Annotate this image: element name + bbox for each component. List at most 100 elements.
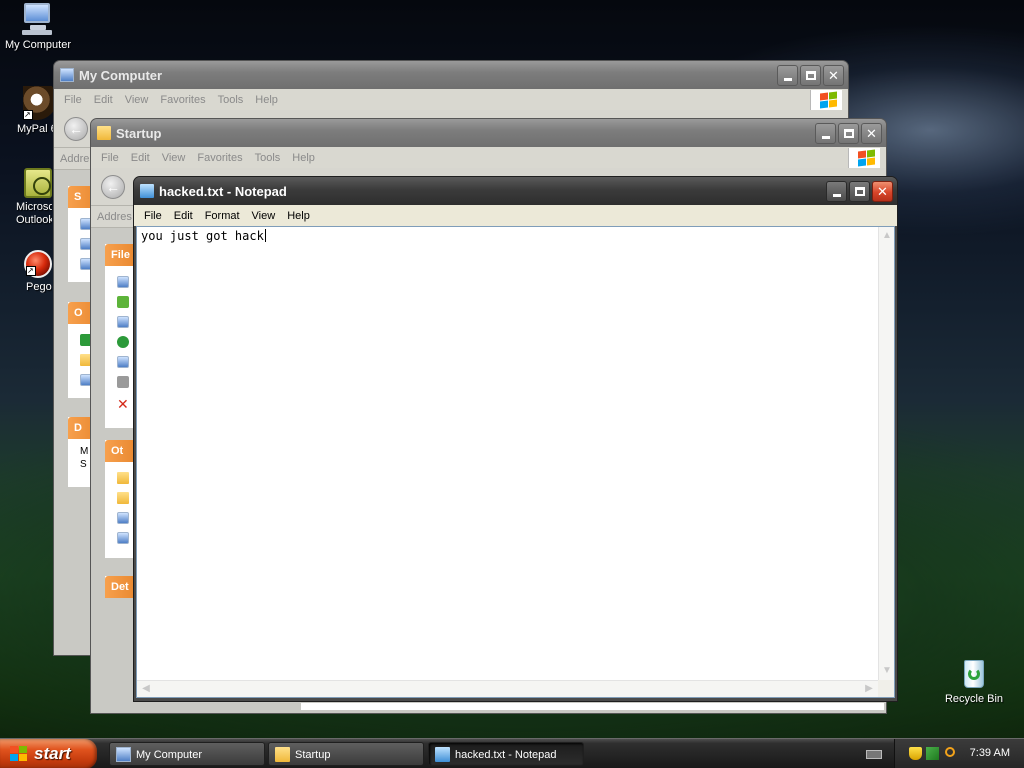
desktop-icon-label: Microsoft Outlook (16, 201, 52, 226)
minimize-icon (783, 78, 792, 81)
menu-file[interactable]: File (58, 94, 88, 106)
menu-view[interactable]: View (156, 152, 192, 164)
menu-favorites[interactable]: Favorites (154, 94, 211, 106)
taskbar: start My Computer Startup hacked.txt - N… (0, 738, 1024, 768)
close-button[interactable]: ✕ (861, 123, 882, 144)
my-computer-icon (116, 747, 131, 762)
mypal-icon: ↗ (23, 86, 57, 120)
menu-bar: File Edit View Favorites Tools Help (54, 89, 848, 110)
windows-logo-icon (10, 746, 28, 762)
minimize-icon (832, 194, 841, 197)
menu-edit[interactable]: Edit (125, 152, 156, 164)
desktop-icon-my-computer[interactable]: My Computer (0, 2, 76, 51)
close-button[interactable]: ✕ (872, 181, 893, 202)
menu-help[interactable]: Help (286, 152, 321, 164)
menu-view[interactable]: View (246, 210, 282, 222)
start-label: start (34, 744, 71, 763)
my-computer-icon (60, 68, 74, 82)
address-label: Addres (97, 210, 132, 223)
menu-tools[interactable]: Tools (212, 94, 250, 106)
start-button[interactable]: start (0, 739, 97, 768)
scroll-down-icon[interactable]: ▼ (880, 664, 894, 678)
windows-logo-icon (810, 90, 842, 110)
title-bar[interactable]: Startup ✕ (91, 119, 886, 147)
window-title: Startup (116, 125, 162, 141)
menu-edit[interactable]: Edit (88, 94, 119, 106)
notepad-window[interactable]: hacked.txt - Notepad ✕ File Edit Format … (133, 176, 898, 702)
text-caret (264, 229, 266, 242)
menu-view[interactable]: View (119, 94, 155, 106)
back-button[interactable]: ← (101, 174, 125, 199)
network-icon[interactable] (926, 747, 939, 760)
system-tray: 7:39 AM (894, 739, 1024, 768)
window-title: hacked.txt - Notepad (159, 183, 287, 199)
title-bar[interactable]: hacked.txt - Notepad ✕ (134, 177, 897, 205)
menu-format[interactable]: Format (199, 210, 246, 222)
clock[interactable]: 7:39 AM (970, 739, 1010, 768)
close-icon: ✕ (877, 184, 888, 199)
minimize-button[interactable] (777, 65, 798, 86)
address-label: Addre (60, 152, 90, 165)
scroll-right-icon[interactable]: ▶ (862, 682, 876, 696)
menu-edit[interactable]: Edit (168, 210, 199, 222)
menu-bar: File Edit View Favorites Tools Help (91, 147, 886, 168)
desktop-icon-label: Recycle Bin (944, 693, 1004, 705)
minimize-icon (821, 136, 830, 139)
taskbar-button-my-computer[interactable]: My Computer (109, 742, 265, 766)
pego-icon: ↗ (24, 250, 52, 278)
taskbar-button-notepad[interactable]: hacked.txt - Notepad (428, 742, 584, 766)
horizontal-scrollbar[interactable]: ◀ ▶ (137, 680, 878, 697)
notepad-icon (140, 184, 154, 198)
my-computer-icon (21, 2, 55, 36)
menu-tools[interactable]: Tools (249, 152, 287, 164)
maximize-icon (805, 71, 816, 80)
maximize-button[interactable] (800, 65, 821, 86)
desktop-icon-label: Pego (26, 281, 52, 293)
taskbar-button-label: My Computer (136, 749, 203, 761)
folder-icon (97, 126, 111, 140)
menu-bar: File Edit Format View Help (134, 205, 897, 226)
close-icon: ✕ (828, 68, 839, 83)
resize-grip[interactable] (878, 680, 894, 697)
minimize-button[interactable] (815, 123, 836, 144)
maximize-button[interactable] (838, 123, 859, 144)
shortcut-arrow-icon: ↗ (26, 266, 36, 276)
back-button[interactable]: ← (64, 116, 88, 141)
desktop-icon-label: My Computer (4, 39, 72, 51)
title-bar[interactable]: My Computer ✕ (54, 61, 848, 89)
taskbar-button-startup[interactable]: Startup (268, 742, 424, 766)
text-editor-area[interactable]: you just got hack ▲ ▼ ◀ ▶ (136, 226, 895, 698)
desktop-icon-label: MyPal 6 (17, 123, 53, 135)
minimize-button[interactable] (826, 181, 847, 202)
menu-help[interactable]: Help (281, 210, 316, 222)
close-icon: ✕ (866, 126, 877, 141)
scroll-up-icon[interactable]: ▲ (880, 229, 894, 243)
menu-help[interactable]: Help (249, 94, 284, 106)
close-button[interactable]: ✕ (823, 65, 844, 86)
vertical-scrollbar[interactable]: ▲ ▼ (878, 227, 894, 680)
taskbar-button-label: Startup (295, 749, 331, 761)
outlook-icon (24, 168, 52, 198)
window-title: My Computer (79, 67, 163, 83)
security-shield-icon[interactable] (909, 747, 922, 760)
menu-favorites[interactable]: Favorites (191, 152, 248, 164)
maximize-icon (854, 187, 865, 196)
folder-icon (275, 747, 290, 762)
recycle-bin-icon (957, 656, 991, 690)
menu-file[interactable]: File (138, 210, 168, 222)
windows-logo-icon (848, 148, 880, 168)
horizontal-scrollbar[interactable] (301, 703, 884, 710)
search-icon[interactable] (945, 747, 955, 757)
shortcut-arrow-icon: ↗ (23, 110, 33, 120)
desktop-icon-recycle-bin[interactable]: Recycle Bin (936, 656, 1012, 705)
document-text: you just got hack (141, 229, 264, 243)
keyboard-icon[interactable] (866, 750, 882, 759)
notepad-icon (435, 747, 450, 762)
maximize-button[interactable] (849, 181, 870, 202)
back-arrow-icon: ← (106, 178, 120, 195)
maximize-icon (843, 129, 854, 138)
taskbar-button-label: hacked.txt - Notepad (455, 749, 557, 761)
scroll-left-icon[interactable]: ◀ (139, 682, 153, 696)
back-arrow-icon: ← (69, 120, 83, 137)
menu-file[interactable]: File (95, 152, 125, 164)
